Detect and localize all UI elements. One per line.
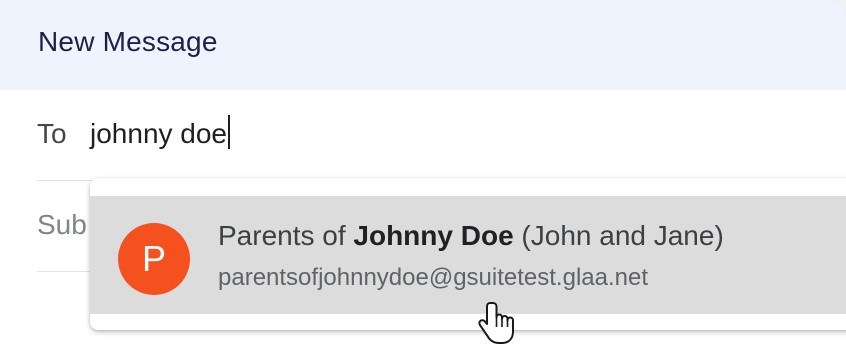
autocomplete-dropdown: P Parents of Johnny Doe (John and Jane) … xyxy=(90,178,846,330)
avatar: P xyxy=(118,223,190,295)
to-row[interactable]: To johnny doe xyxy=(0,90,846,180)
suggestion-name: Parents of Johnny Doe (John and Jane) xyxy=(218,220,724,252)
suggestion-name-prefix: Parents of xyxy=(218,220,354,251)
text-caret xyxy=(228,115,231,149)
compose-title: New Message xyxy=(38,26,218,57)
compose-header: New Message xyxy=(0,0,846,90)
screen: New Message To johnny doe Sub P Parents … xyxy=(0,0,846,356)
to-label: To xyxy=(37,118,67,149)
hand-pointer-icon xyxy=(478,302,514,344)
to-input[interactable]: johnny doe xyxy=(90,114,231,154)
suggestion-name-suffix: (John and Jane) xyxy=(513,220,724,251)
suggestion-name-bold: Johnny Doe xyxy=(353,220,514,251)
suggestion-email: parentsofjohnnydoe@gsuitetest.glaa.net xyxy=(218,264,648,291)
compose-window: New Message To johnny doe Sub P Parents … xyxy=(0,0,846,356)
autocomplete-suggestion[interactable]: P Parents of Johnny Doe (John and Jane) … xyxy=(90,196,846,314)
subject-label: Sub xyxy=(37,209,87,240)
to-input-value: johnny doe xyxy=(90,118,228,149)
